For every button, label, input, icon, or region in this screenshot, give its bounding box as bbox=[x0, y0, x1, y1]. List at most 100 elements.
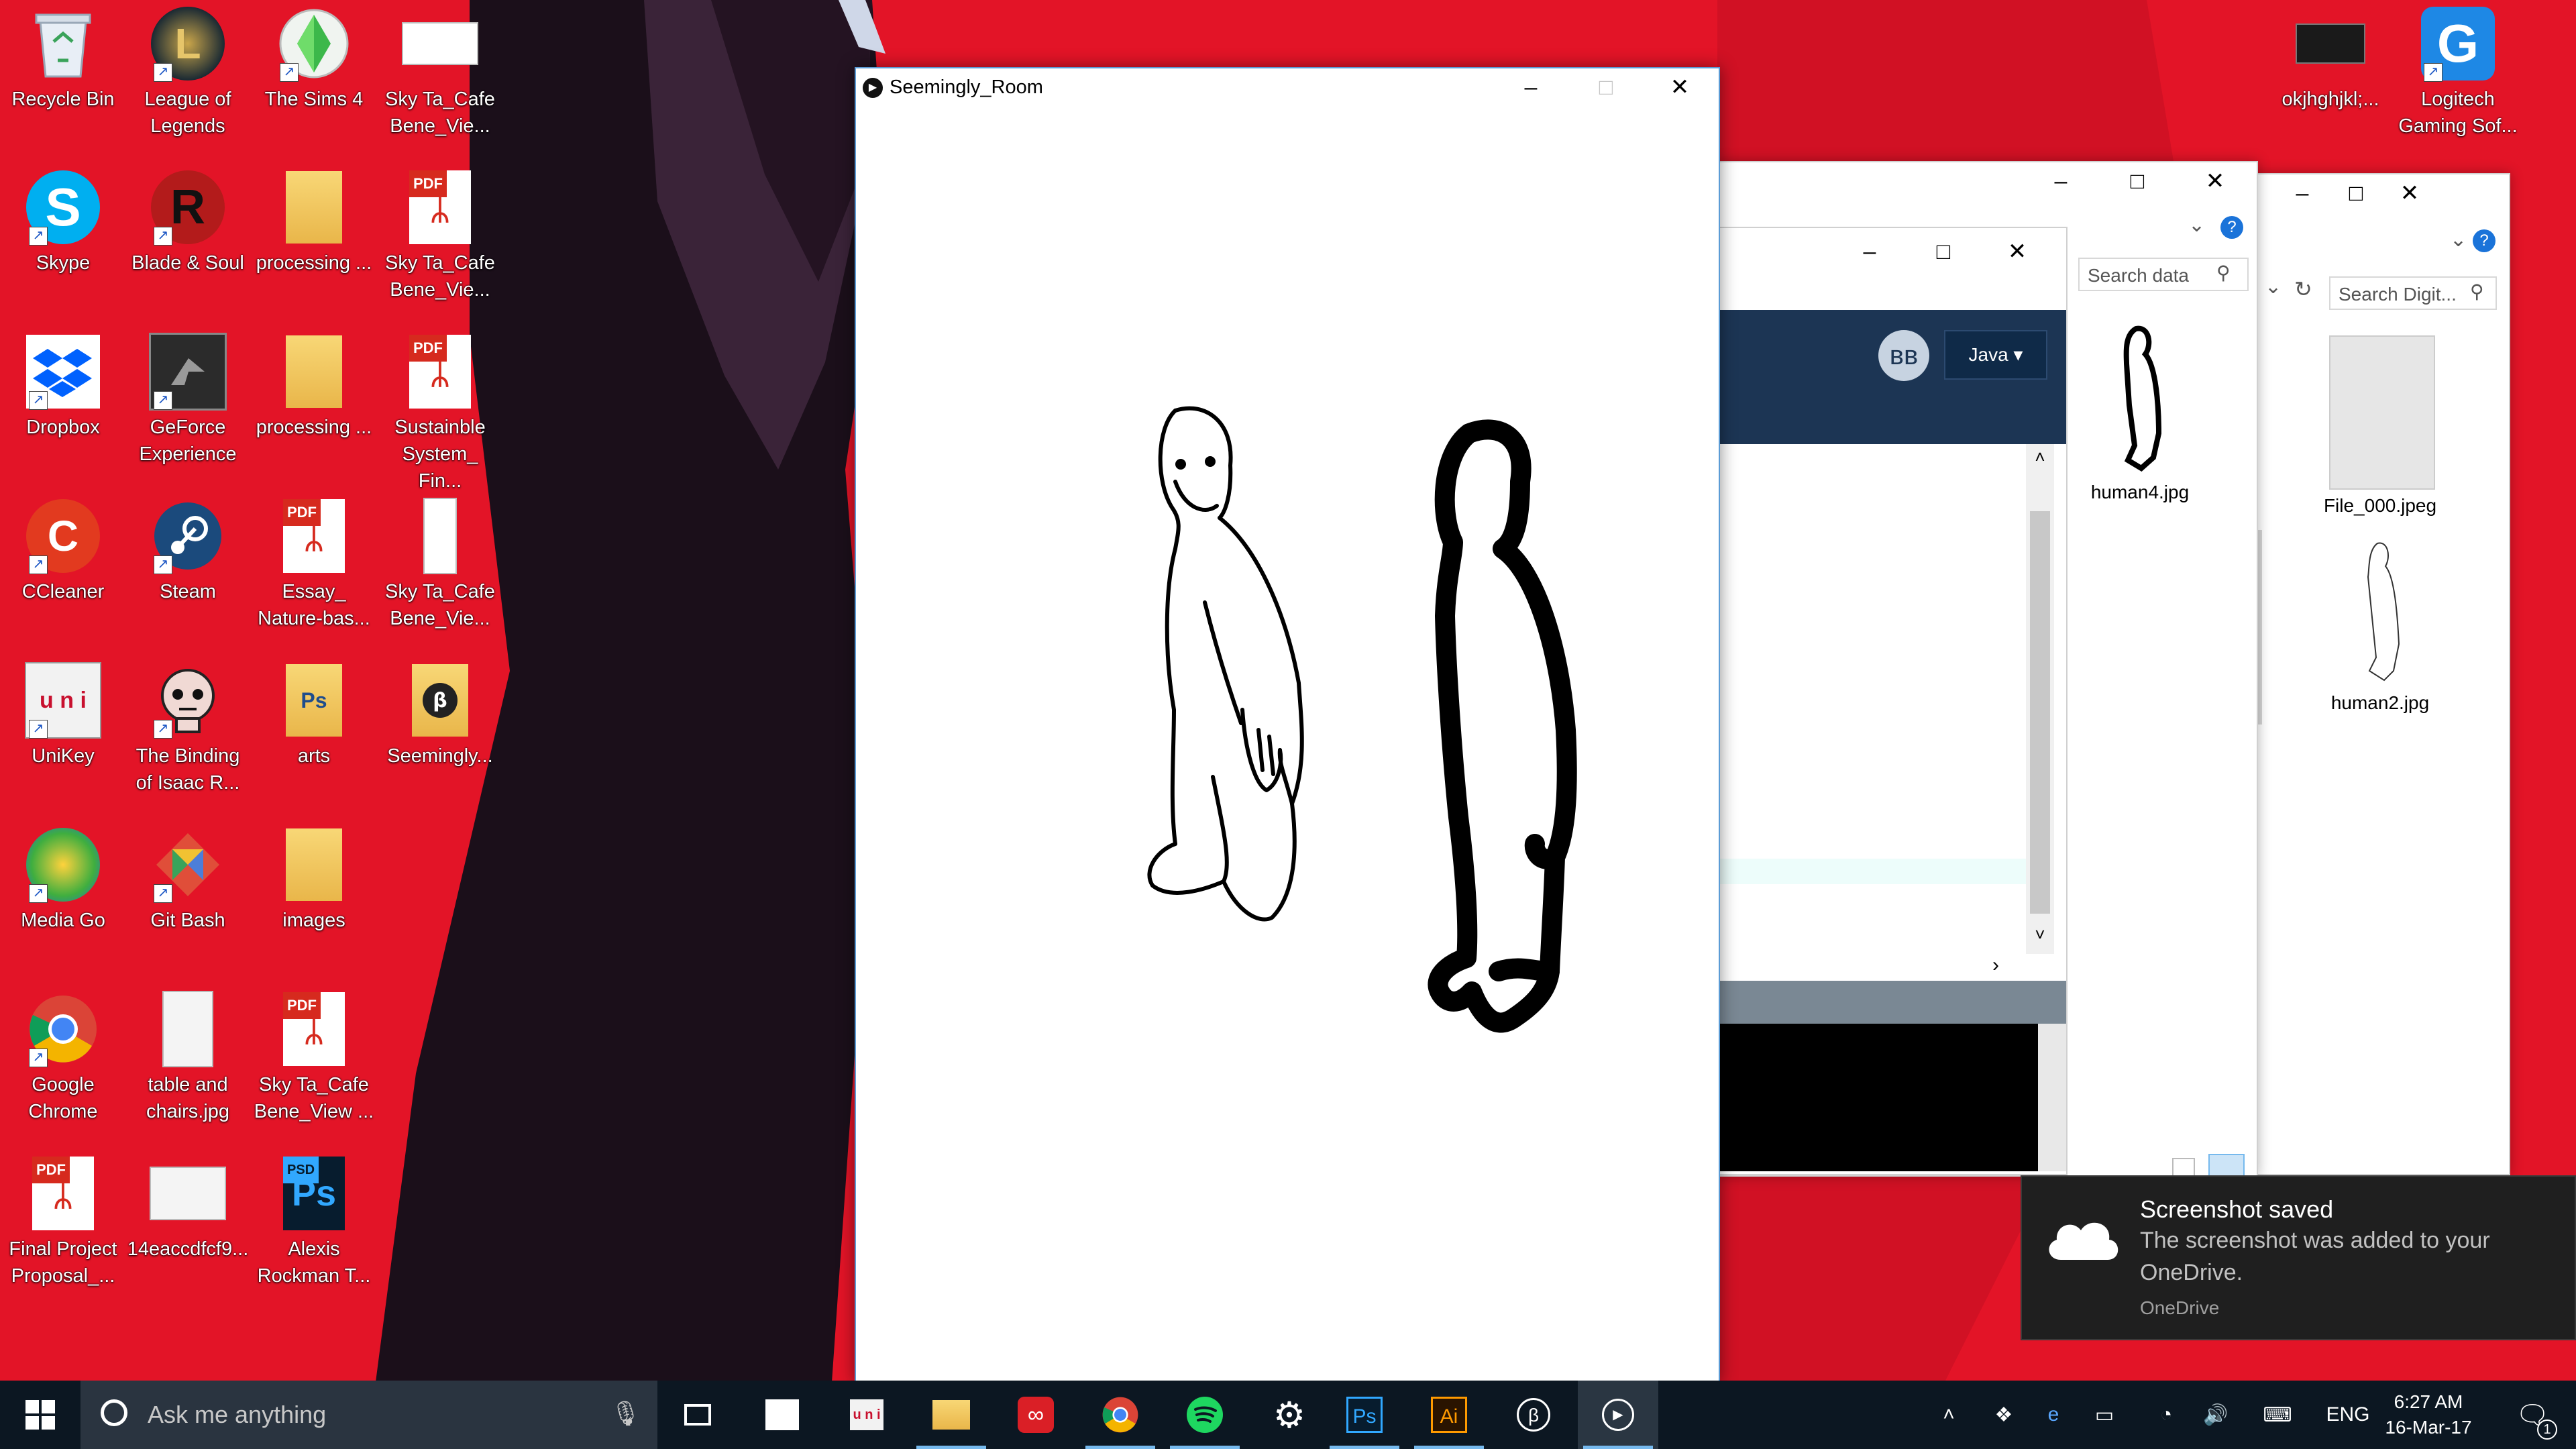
sky-cafe-image-2[interactable]: Sky Ta_Cafe Bene_Vie... bbox=[378, 496, 502, 632]
sustainble-system-pdf[interactable]: PDF ᛦ Sustainble System_ Fin... bbox=[378, 332, 502, 494]
scrollbar-thumb[interactable] bbox=[2030, 511, 2050, 914]
chrome-taskbar[interactable] bbox=[1080, 1381, 1161, 1449]
logitech-shortcut[interactable]: G ↗ Logitech Gaming Sof... bbox=[2396, 4, 2520, 140]
close-button[interactable]: ✕ bbox=[1980, 228, 2054, 275]
blade-and-soul-shortcut[interactable]: R ↗ Blade & Soul bbox=[126, 168, 250, 276]
arts-folder[interactable]: Ps arts bbox=[252, 661, 376, 769]
refresh-icon[interactable]: ↻ bbox=[2294, 276, 2312, 302]
search-icon[interactable]: ⚲ bbox=[2216, 262, 2231, 284]
language-indicator[interactable]: ENG bbox=[2321, 1381, 2375, 1449]
microphone-icon[interactable]: 🎙 bbox=[610, 1399, 641, 1428]
spotify-taskbar[interactable] bbox=[1165, 1381, 1245, 1449]
essay-pdf[interactable]: PDF ᛦ Essay_ Nature-bas... bbox=[252, 496, 376, 632]
view-toggle-details-icon[interactable] bbox=[2172, 1158, 2195, 1177]
action-center-button[interactable]: 🗨 1 bbox=[2502, 1381, 2563, 1449]
seemingly-folder[interactable]: β Seemingly... bbox=[378, 661, 502, 769]
scroll-up-icon[interactable]: ˄ bbox=[2026, 447, 2054, 468]
maximize-button[interactable]: □ bbox=[1907, 228, 1980, 275]
battery-icon[interactable]: ▭ bbox=[2088, 1381, 2121, 1449]
close-button[interactable]: ✕ bbox=[2383, 174, 2436, 212]
processing-logo-icon: ʙʙ bbox=[1878, 330, 1929, 381]
ie-tray-icon[interactable]: e bbox=[2037, 1381, 2070, 1449]
icon-label: The Binding bbox=[136, 745, 240, 767]
sketch-titlebar[interactable]: ▶ Seemingly_Room – □ ✕ bbox=[856, 68, 1719, 106]
store-taskbar[interactable] bbox=[742, 1381, 822, 1449]
geforce-shortcut[interactable]: ↗ GeForce Experience bbox=[126, 332, 250, 468]
sky-cafe-pdf-1[interactable]: PDF ᛦ Sky Ta_Cafe Bene_Vie... bbox=[378, 168, 502, 303]
sketch-canvas[interactable] bbox=[856, 106, 1716, 1378]
cortana-search-box[interactable]: Ask me anything 🎙 bbox=[80, 1381, 657, 1449]
ccleaner-shortcut[interactable]: C ↗ CCleaner bbox=[1, 496, 125, 605]
settings-taskbar[interactable]: ⚙ bbox=[1249, 1381, 1330, 1449]
volume-icon[interactable]: 🔊 bbox=[2199, 1381, 2233, 1449]
start-button[interactable] bbox=[0, 1381, 80, 1449]
recycle-bin-shortcut[interactable]: Recycle Bin bbox=[1, 4, 125, 113]
illustrator-taskbar[interactable]: Ai bbox=[1409, 1381, 1489, 1449]
screenshot-saved-toast[interactable]: Screenshot saved The screenshot was adde… bbox=[2021, 1175, 2576, 1340]
processing-zip-folder[interactable]: processing ... bbox=[252, 168, 376, 276]
unikey-shortcut[interactable]: u n i ↗ UniKey bbox=[1, 661, 125, 769]
keyboard-icon[interactable]: ⌨ bbox=[2254, 1381, 2301, 1449]
table-and-chairs-image[interactable]: table and chairs.jpg bbox=[126, 989, 250, 1125]
okjhghjkl-image[interactable]: okjhghjkl;... bbox=[2269, 4, 2392, 113]
file-explorer-taskbar[interactable] bbox=[911, 1381, 991, 1449]
chrome-shortcut[interactable]: ↗ Google Chrome bbox=[1, 989, 125, 1125]
sky-cafe-pdf-3[interactable]: PDF ᛦ Sky Ta_Cafe Bene_View ... bbox=[252, 989, 376, 1125]
minimize-button[interactable]: – bbox=[1833, 228, 1907, 275]
wifi-icon[interactable]: ◔ bbox=[2149, 1381, 2183, 1449]
task-view-button[interactable] bbox=[657, 1381, 738, 1449]
close-button[interactable]: ✕ bbox=[1642, 68, 1717, 106]
minimize-button[interactable]: – bbox=[2027, 162, 2094, 200]
show-hidden-icons-button[interactable]: ˄ bbox=[1932, 1381, 1966, 1449]
close-button[interactable]: ✕ bbox=[2182, 162, 2249, 200]
14eaccdfcf9-image[interactable]: 14eaccdfcf9... bbox=[126, 1154, 250, 1263]
help-icon[interactable]: ? bbox=[2473, 229, 2496, 252]
file-thumbnail-file000[interactable] bbox=[2329, 335, 2435, 490]
images-folder[interactable]: images bbox=[252, 825, 376, 934]
git-bash-shortcut[interactable]: ↗ Git Bash bbox=[126, 825, 250, 934]
help-icon[interactable]: ? bbox=[2220, 216, 2243, 239]
icon-label-line-2: chairs.jpg bbox=[146, 1101, 230, 1122]
dropbox-tray-icon[interactable]: ❖ bbox=[1987, 1381, 2021, 1449]
binding-of-isaac-shortcut[interactable]: ↗ The Binding of Isaac R... bbox=[126, 661, 250, 796]
sketch-taskbar[interactable]: ▶ bbox=[1578, 1381, 1658, 1449]
maximize-button[interactable]: □ bbox=[2104, 162, 2171, 200]
maximize-button[interactable]: □ bbox=[1568, 68, 1644, 106]
zip-folder-icon bbox=[286, 171, 342, 244]
processing-taskbar[interactable]: β bbox=[1493, 1381, 1574, 1449]
media-go-shortcut[interactable]: ↗ Media Go bbox=[1, 825, 125, 934]
mode-dropdown[interactable]: Java ▾ bbox=[1944, 330, 2047, 380]
league-of-legends-shortcut[interactable]: L ↗ League of Legends bbox=[126, 4, 250, 140]
view-toggle-thumbnails-icon[interactable] bbox=[2208, 1154, 2245, 1177]
scroll-right-icon[interactable]: › bbox=[1992, 954, 1999, 977]
file-thumbnail-human4[interactable] bbox=[2102, 319, 2176, 480]
dropbox-shortcut[interactable]: ↗ Dropbox bbox=[1, 332, 125, 441]
spotify-icon bbox=[1187, 1397, 1223, 1433]
chevron-down-icon[interactable]: ⌄ bbox=[2450, 228, 2467, 252]
skype-shortcut[interactable]: S ↗ Skype bbox=[1, 168, 125, 276]
sketch-window[interactable]: ▶ Seemingly_Room – □ ✕ bbox=[855, 67, 1720, 1383]
console-scrollbar[interactable] bbox=[2038, 1024, 2066, 1171]
final-project-pdf[interactable]: PDF ᛦ Final Project Proposal_... bbox=[1, 1154, 125, 1289]
unikey-taskbar[interactable]: u n i bbox=[826, 1381, 907, 1449]
explorer-window-digital[interactable]: – □ ✕ ⌄ ? ⌄ ↻ Search Digit... ⚲ File_000… bbox=[2247, 173, 2510, 1175]
sims-4-shortcut[interactable]: ↗ The Sims 4 bbox=[252, 4, 376, 113]
sky-cafe-image-1[interactable]: Sky Ta_Cafe Bene_Vie... bbox=[378, 4, 502, 140]
steam-shortcut[interactable]: ↗ Steam bbox=[126, 496, 250, 605]
maximize-button[interactable]: □ bbox=[2329, 174, 2383, 212]
scroll-down-icon[interactable]: ˅ bbox=[2026, 924, 2054, 945]
minimize-button[interactable]: – bbox=[1493, 68, 1568, 106]
photoshop-taskbar[interactable]: Ps bbox=[1324, 1381, 1405, 1449]
icon-label: Final Project bbox=[9, 1238, 117, 1260]
chevron-down-icon[interactable]: ⌄ bbox=[2188, 213, 2205, 237]
minimize-button[interactable]: – bbox=[2275, 174, 2329, 212]
processing-folder[interactable]: processing ... bbox=[252, 332, 376, 441]
icon-label: UniKey bbox=[32, 745, 95, 767]
chevron-down-icon[interactable]: ⌄ bbox=[2265, 275, 2282, 299]
file-thumbnail-human2[interactable] bbox=[2349, 537, 2414, 691]
editor-scrollbar[interactable]: ˄ ˅ bbox=[2026, 444, 2054, 954]
creative-cloud-taskbar[interactable]: ∞ bbox=[996, 1381, 1076, 1449]
clock[interactable]: 6:27 AM 16-Mar-17 bbox=[2381, 1381, 2475, 1449]
alexis-rockman-psd[interactable]: PSD Ps Alexis Rockman T... bbox=[252, 1154, 376, 1289]
search-icon[interactable]: ⚲ bbox=[2470, 280, 2484, 303]
